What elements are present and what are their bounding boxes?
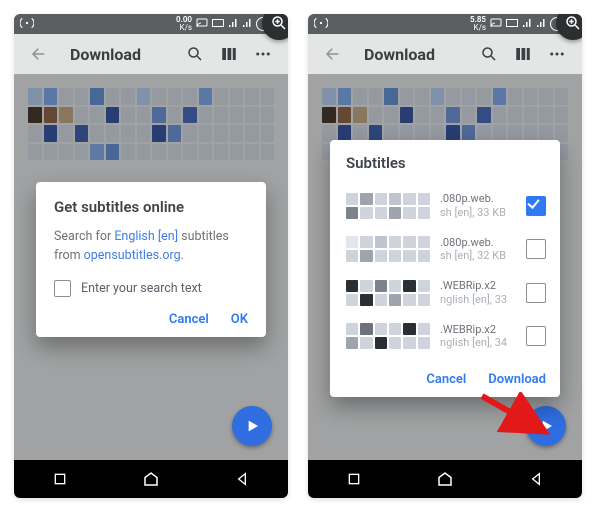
net-speed: 5.85 K/s xyxy=(470,16,486,32)
back-icon[interactable] xyxy=(322,43,344,65)
page-title: Download xyxy=(70,45,178,64)
download-button[interactable]: Download xyxy=(488,372,546,387)
dialog-get-subtitles: Get subtitles online Search for English … xyxy=(36,182,266,337)
search-input[interactable]: Enter your search text xyxy=(81,280,202,299)
nav-home[interactable] xyxy=(121,467,181,491)
signal-icon xyxy=(242,18,252,31)
subtitle-preview xyxy=(346,236,430,262)
subtitle-info: nglish [en], 34 xyxy=(440,336,516,350)
broadcast-icon xyxy=(314,17,328,32)
status-bar: 5.85 K/s 81 xyxy=(308,14,582,34)
dialog-title: Subtitles xyxy=(346,154,546,172)
subtitle-name: .080p.web. xyxy=(440,192,516,206)
search-checkbox[interactable] xyxy=(54,280,71,297)
hd-icon xyxy=(506,18,518,31)
nav-recent[interactable] xyxy=(324,467,384,491)
search-icon[interactable] xyxy=(478,43,500,65)
app-header: Download xyxy=(308,34,582,74)
columns-icon[interactable] xyxy=(218,43,240,65)
subtitle-info: sh [en], 33 KB xyxy=(440,206,516,220)
signal-icon xyxy=(228,18,238,31)
subtitle-list: .080p.web. sh [en], 33 KB .080p.web. sh … xyxy=(346,184,546,358)
subtitle-item[interactable]: .080p.web. sh [en], 32 KB xyxy=(346,228,546,272)
subtitle-name: .080p.web. xyxy=(440,236,516,250)
search-icon[interactable] xyxy=(184,43,206,65)
back-icon[interactable] xyxy=(28,43,50,65)
cast-icon xyxy=(490,18,502,31)
signal-icon xyxy=(522,18,532,31)
more-icon[interactable] xyxy=(546,43,568,65)
stage: 0.00 K/s 81 Download xyxy=(0,0,600,522)
subtitle-checkbox[interactable] xyxy=(526,283,546,303)
subtitle-item[interactable]: .WEBRip.x2 nglish [en], 34 xyxy=(346,315,546,359)
app-header: Download xyxy=(14,34,288,74)
status-bar: 0.00 K/s 81 xyxy=(14,14,288,34)
language-link[interactable]: English [en] xyxy=(114,229,178,244)
subtitle-checkbox[interactable] xyxy=(526,239,546,259)
signal-icon xyxy=(536,18,546,31)
subtitle-preview xyxy=(346,193,430,219)
screenshot-left: 0.00 K/s 81 Download xyxy=(14,14,288,498)
subtitle-preview xyxy=(346,323,430,349)
columns-icon[interactable] xyxy=(512,43,534,65)
page-title: Download xyxy=(364,45,472,64)
screenshot-right: 5.85 K/s 81 Download xyxy=(308,14,582,498)
dialog-subtitles: Subtitles .080p.web. sh [en], 33 KB xyxy=(330,140,560,397)
net-speed: 0.00 K/s xyxy=(176,16,192,32)
subtitle-checkbox[interactable] xyxy=(526,196,546,216)
subtitle-item[interactable]: .080p.web. sh [en], 33 KB xyxy=(346,184,546,228)
dialog-body: Search for English [en] subtitles from o… xyxy=(54,228,248,266)
ok-button[interactable]: OK xyxy=(231,312,248,327)
subtitle-info: nglish [en], 33 xyxy=(440,293,516,307)
play-fab[interactable] xyxy=(232,406,272,446)
subtitle-preview xyxy=(346,280,430,306)
cancel-button[interactable]: Cancel xyxy=(426,372,466,387)
nav-back[interactable] xyxy=(506,467,566,491)
nav-recent[interactable] xyxy=(30,467,90,491)
broadcast-icon xyxy=(20,17,34,32)
android-navbar xyxy=(308,460,582,498)
subtitle-checkbox[interactable] xyxy=(526,326,546,346)
dialog-title: Get subtitles online xyxy=(54,198,248,216)
subtitle-item[interactable]: .WEBRip.x2 nglish [en], 33 xyxy=(346,271,546,315)
nav-home[interactable] xyxy=(415,467,475,491)
cancel-button[interactable]: Cancel xyxy=(169,312,209,327)
subtitle-name: .WEBRip.x2 xyxy=(440,279,516,293)
play-fab[interactable] xyxy=(526,406,566,446)
more-icon[interactable] xyxy=(252,43,274,65)
cast-icon xyxy=(196,18,208,31)
source-link[interactable]: opensubtitles.org xyxy=(84,248,181,263)
nav-back[interactable] xyxy=(212,467,272,491)
subtitle-info: sh [en], 32 KB xyxy=(440,249,516,263)
hd-icon xyxy=(212,18,224,31)
subtitle-name: .WEBRip.x2 xyxy=(440,323,516,337)
android-navbar xyxy=(14,460,288,498)
